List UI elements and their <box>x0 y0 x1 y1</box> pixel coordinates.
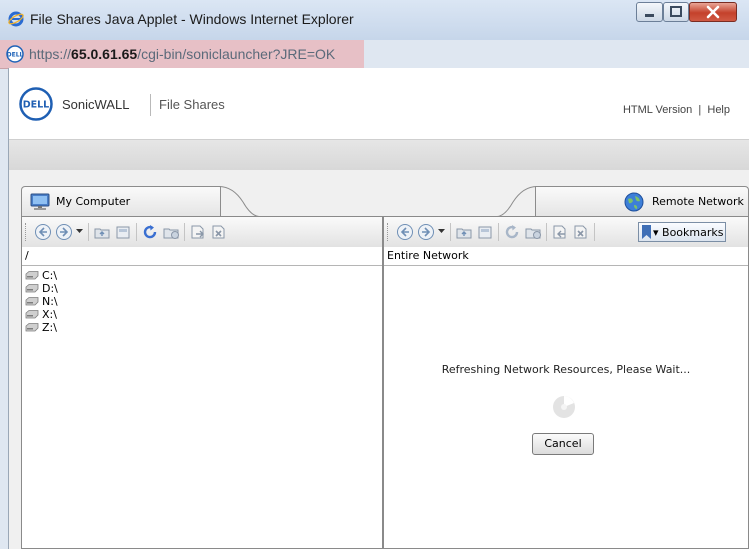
drive-label: X:\ <box>42 308 57 321</box>
tab-left-slope <box>219 186 259 217</box>
drive-icon <box>25 310 39 319</box>
drive-label: N:\ <box>42 295 58 308</box>
minimize-button[interactable] <box>636 2 663 22</box>
up-folder-icon[interactable] <box>93 223 111 241</box>
bookmarks-label: ▾ Bookmarks <box>653 226 724 239</box>
bookmarks-button[interactable]: ▾ Bookmarks <box>638 222 726 242</box>
link-separator: | <box>698 104 702 116</box>
svg-text:DELL: DELL <box>23 100 49 111</box>
dell-logo: DELL <box>19 87 53 121</box>
toolbar-grip <box>25 223 29 241</box>
drive-label: D:\ <box>42 282 58 295</box>
window-title: File Shares Java Applet - Windows Intern… <box>30 11 354 27</box>
minimize-icon <box>645 14 654 17</box>
drive-icon <box>25 297 39 306</box>
local-path-bar[interactable]: / <box>22 247 382 266</box>
forward-icon[interactable] <box>55 223 73 241</box>
toolbar-separator <box>594 223 595 241</box>
drive-icon <box>25 323 39 332</box>
tab-remote-network[interactable]: Remote Network <box>535 186 749 217</box>
remote-path-bar[interactable]: Entire Network <box>384 247 748 266</box>
toolbar-separator <box>546 223 547 241</box>
product-name: File Shares <box>159 97 225 112</box>
new-folder-icon[interactable] <box>114 223 132 241</box>
cancel-button[interactable]: Cancel <box>532 433 594 455</box>
titlebar-filler <box>364 40 749 68</box>
download-icon[interactable] <box>524 223 542 241</box>
computer-icon <box>30 193 50 210</box>
local-toolbar <box>22 217 382 248</box>
maximize-button[interactable] <box>663 2 689 22</box>
toolbar-separator <box>136 223 137 241</box>
refresh-icon[interactable] <box>503 223 521 241</box>
delete-icon[interactable] <box>210 223 228 241</box>
help-link[interactable]: Help <box>707 104 730 116</box>
upload-icon[interactable] <box>162 223 180 241</box>
refresh-icon[interactable] <box>141 223 159 241</box>
history-dropdown-icon[interactable] <box>76 229 83 235</box>
tab-remote-network-label: Remote Network <box>652 195 744 208</box>
loading-spinner-icon <box>553 396 575 418</box>
local-files-panel: / C:\ D:\ N:\ X:\ Z:\ <box>21 216 383 549</box>
local-path: / <box>25 249 29 262</box>
maximize-icon <box>670 6 682 17</box>
tab-my-computer-label: My Computer <box>56 195 131 208</box>
up-folder-icon[interactable] <box>455 223 473 241</box>
toolbar-separator <box>450 223 451 241</box>
drive-label: Z:\ <box>42 321 57 334</box>
svg-text:DELL: DELL <box>7 52 24 59</box>
address-prefix: https:// <box>29 46 72 62</box>
toolbar-grip <box>387 223 391 241</box>
address-host: 65.0.61.65 <box>71 46 138 62</box>
close-button[interactable] <box>689 2 737 22</box>
html-version-link[interactable]: HTML Version <box>623 104 692 116</box>
history-dropdown-icon[interactable] <box>438 229 445 235</box>
header-links: HTML Version | Help <box>623 104 730 116</box>
page-content: DELL SonicWALL File Shares HTML Version … <box>8 68 749 549</box>
address-bar[interactable]: DELL https://65.0.61.65/cgi-bin/soniclau… <box>0 40 364 69</box>
dell-site-icon: DELL <box>6 45 24 63</box>
back-icon[interactable] <box>396 223 414 241</box>
remote-toolbar: ▾ Bookmarks <box>384 217 748 248</box>
brand-name: SonicWALL <box>62 97 130 112</box>
bookmark-icon <box>642 225 651 239</box>
new-folder-icon[interactable] <box>476 223 494 241</box>
header-divider <box>150 94 151 116</box>
rename-icon[interactable] <box>189 223 207 241</box>
remote-network-panel: ▾ Bookmarks Entire Network Refreshing Ne… <box>383 216 749 549</box>
window-titlebar: File Shares Java Applet - Windows Intern… <box>0 0 749 40</box>
toolbar-separator <box>88 223 89 241</box>
internet-explorer-icon <box>8 11 24 27</box>
tab-my-computer[interactable]: My Computer <box>21 186 221 217</box>
back-icon[interactable] <box>34 223 52 241</box>
rename-icon[interactable] <box>551 223 569 241</box>
status-message: Refreshing Network Resources, Please Wai… <box>441 363 691 376</box>
drive-icon <box>25 271 39 280</box>
tab-right-slope <box>497 186 537 217</box>
drive-label: C:\ <box>42 269 58 282</box>
bookmarks-text: Bookmarks <box>662 226 724 239</box>
delete-icon[interactable] <box>572 223 590 241</box>
globe-icon <box>624 192 644 212</box>
drive-icon <box>25 284 39 293</box>
remote-path: Entire Network <box>387 249 469 262</box>
close-icon <box>706 5 720 19</box>
header-links-separator: | <box>695 104 704 116</box>
toolbar-separator <box>498 223 499 241</box>
page-header: DELL SonicWALL File Shares HTML Version … <box>9 68 749 139</box>
address-url[interactable]: https://65.0.61.65/cgi-bin/soniclauncher… <box>29 46 335 62</box>
forward-icon[interactable] <box>417 223 435 241</box>
toolbar-separator <box>184 223 185 241</box>
header-band <box>9 139 749 171</box>
address-path: /cgi-bin/soniclauncher?JRE=OK <box>137 46 336 62</box>
